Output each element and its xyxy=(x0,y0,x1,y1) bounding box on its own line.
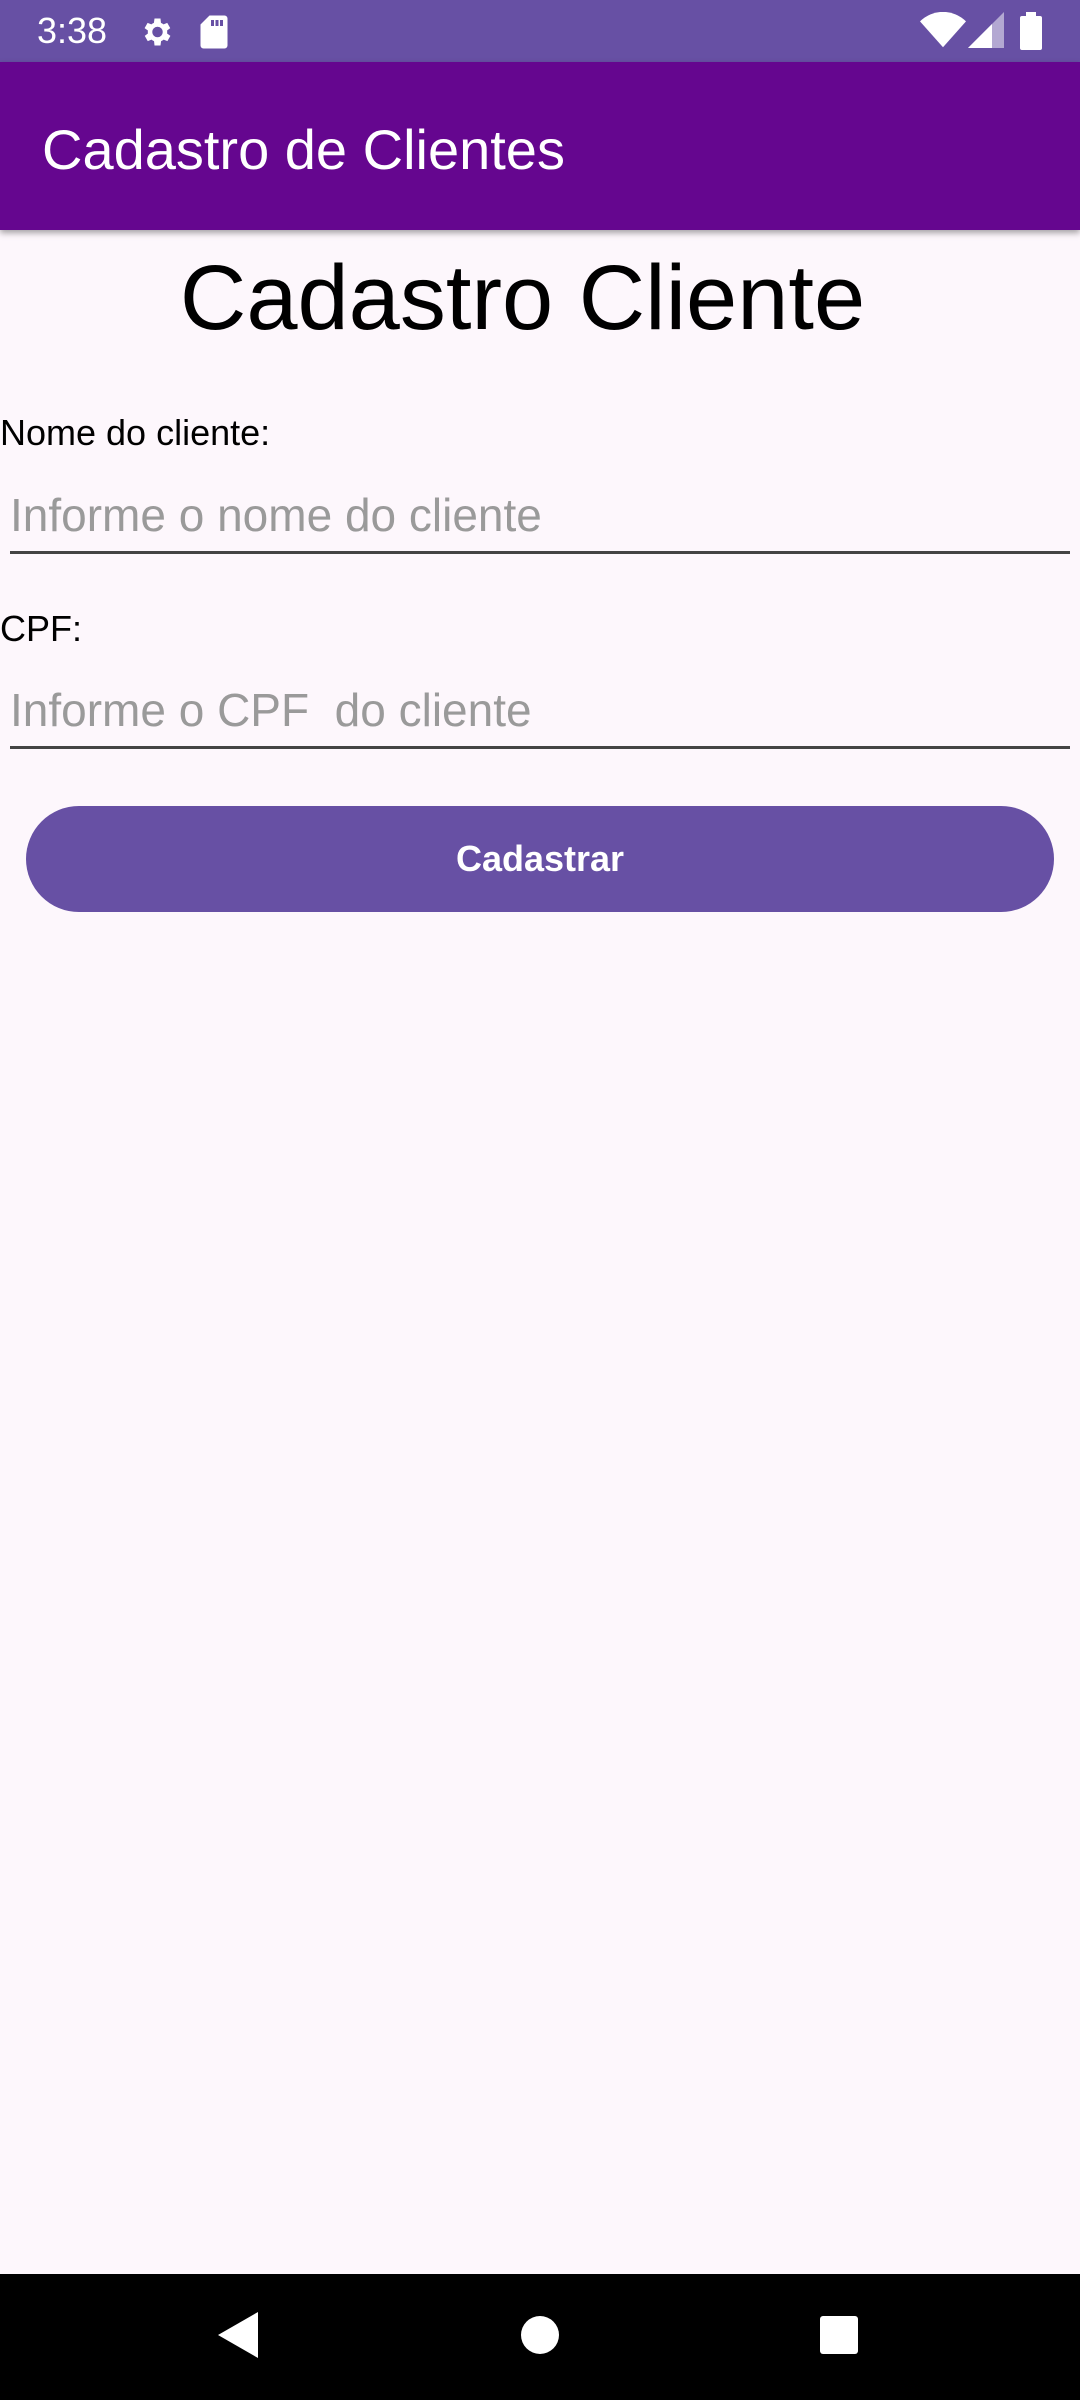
battery-icon xyxy=(1020,12,1042,55)
back-icon[interactable] xyxy=(218,2312,258,2363)
recents-icon[interactable] xyxy=(818,2312,860,2363)
home-icon[interactable] xyxy=(520,2312,560,2363)
name-input[interactable] xyxy=(10,478,1070,554)
navigation-bar xyxy=(0,2274,1080,2400)
cpf-label: CPF: xyxy=(0,608,83,649)
status-bar: 3:38 xyxy=(0,0,1080,62)
gear-icon xyxy=(138,14,174,55)
page-title: Cadastro Cliente xyxy=(179,247,866,349)
name-label: Nome do cliente: xyxy=(0,412,271,453)
status-time: 3:38 xyxy=(37,10,108,51)
app-bar: Cadastro de Clientes xyxy=(0,62,1080,230)
submit-button[interactable]: Cadastrar xyxy=(26,806,1054,912)
cell-signal-icon xyxy=(968,12,1004,53)
app-title: Cadastro de Clientes xyxy=(42,118,565,181)
wifi-icon xyxy=(920,11,966,53)
sd-card-icon xyxy=(198,14,230,55)
cpf-input[interactable] xyxy=(10,673,1070,749)
